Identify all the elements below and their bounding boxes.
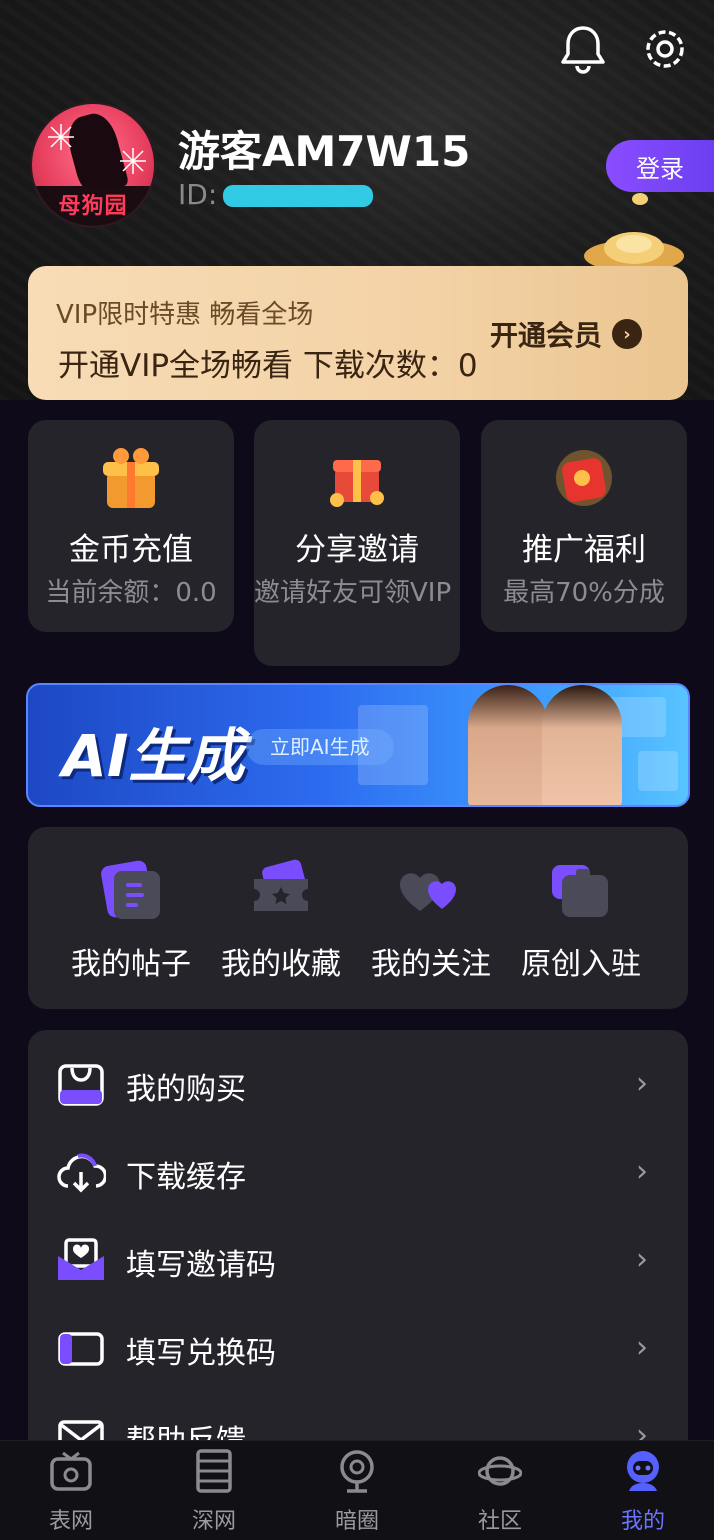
feature-subtitle: 当前余额：0.0 (45, 578, 217, 608)
feature-card-recharge[interactable]: 金币充值 当前余额：0.0 (28, 420, 234, 632)
tab-label: 暗圈 (334, 1509, 379, 1534)
chevron-right-icon: › (636, 1066, 648, 1101)
red-envelope-icon (556, 450, 612, 506)
feature-card-invite[interactable]: 分享邀请 邀请好友可领VIP (254, 420, 460, 666)
user-id-label: ID: (178, 178, 218, 211)
tab-label: 深网 (191, 1509, 236, 1534)
vip-subtitle: 开通VIP全场畅看 下载次数：0 (58, 348, 478, 384)
tab-deep-web[interactable]: 深网 (143, 1441, 285, 1540)
menu-item-label: 我的购买 (126, 1072, 246, 1107)
quick-action-label: 我的关注 (371, 947, 491, 982)
quick-action-label: 原创入驻 (521, 947, 641, 982)
feature-title: 分享邀请 (295, 532, 419, 568)
quick-actions-card: 我的帖子 我的收藏 我的关注 原创入驻 (28, 827, 688, 1009)
chevron-right-icon: › (636, 1242, 648, 1277)
username: 游客AM7W15 (178, 127, 471, 176)
webcam-icon (340, 1450, 374, 1493)
profile-robot-icon (627, 1451, 659, 1491)
tab-dark-circle[interactable]: 暗圈 (286, 1441, 428, 1540)
login-button[interactable]: 登录 (606, 140, 714, 192)
quick-action-creator[interactable]: 原创入驻 (506, 827, 656, 1009)
planet-icon (478, 1456, 522, 1486)
feature-subtitle: 邀请好友可领VIP (254, 578, 452, 608)
gift-box-icon (103, 448, 159, 508)
firework-icon (48, 124, 74, 150)
banner-figure-image (468, 685, 548, 805)
tab-surface-web[interactable]: 表网 (0, 1441, 142, 1540)
open-vip-label: 开通会员 (490, 319, 603, 352)
posts-icon (101, 860, 160, 919)
vip-title: VIP限时特惠 畅看全场 (56, 300, 314, 330)
hearts-icon (400, 873, 456, 911)
firework-icon (120, 148, 146, 174)
quick-action-label: 我的帖子 (71, 947, 191, 982)
menu-item-invite-code[interactable]: 填写邀请码 › (28, 1216, 688, 1304)
menu-item-downloads[interactable]: 下载缓存 › (28, 1128, 688, 1216)
tab-mine[interactable]: 我的 (572, 1441, 714, 1540)
avatar[interactable]: 母狗园 (30, 102, 156, 228)
chevron-right-icon: › (636, 1154, 648, 1189)
tv-icon (50, 1451, 92, 1491)
bell-icon[interactable] (556, 22, 610, 76)
ai-banner-title: AI生成 (62, 722, 245, 790)
gear-icon[interactable] (638, 22, 692, 76)
quick-action-following[interactable]: 我的关注 (356, 827, 506, 1009)
feature-title: 金币充值 (69, 532, 193, 568)
quick-action-label: 我的收藏 (221, 947, 341, 982)
feature-title: 推广福利 (522, 532, 646, 568)
ai-generate-button[interactable]: 立即AI生成 (246, 729, 394, 765)
gift-coins-icon (330, 460, 384, 507)
menu-item-label: 下载缓存 (126, 1160, 246, 1195)
quick-action-posts[interactable]: 我的帖子 (56, 827, 206, 1009)
feature-card-promotion[interactable]: 推广福利 最高70%分成 (481, 420, 687, 632)
tab-label: 社区 (477, 1509, 522, 1534)
film-icon (196, 1449, 232, 1493)
banner-figure-image (542, 685, 622, 805)
shopping-bag-icon (58, 1064, 104, 1106)
chevron-right-icon: › (636, 1330, 648, 1365)
invite-envelope-icon (58, 1238, 104, 1280)
menu-item-redeem-code[interactable]: 填写兑换码 › (28, 1304, 688, 1392)
open-vip-button[interactable]: 开通会员 › (490, 314, 643, 354)
decor-panel (638, 751, 678, 791)
menu-list: 我的购买 › 下载缓存 › 填写邀请码 › 填写兑换码 › 帮助反馈 › (28, 1030, 688, 1450)
feature-subtitle: 最高70%分成 (503, 578, 665, 608)
chevron-right-icon: › (612, 319, 643, 349)
vip-promo-card[interactable]: VIP限时特惠 畅看全场 开通VIP全场畅看 下载次数：0 开通会员 › (28, 266, 688, 400)
creator-bag-icon (552, 865, 608, 917)
bottom-tab-bar: 表网 深网 暗圈 社区 我的 (0, 1440, 714, 1540)
redacted-id (223, 185, 374, 207)
coupon-icon (58, 1332, 104, 1366)
star-ticket-icon (254, 859, 308, 911)
menu-item-label: 填写兑换码 (126, 1336, 276, 1371)
gold-coin-icon (632, 193, 648, 205)
avatar-logo-text: 母狗园 (58, 194, 128, 219)
user-id: ID: (178, 178, 374, 211)
ai-generate-banner[interactable]: AI生成 立即AI生成 (26, 683, 690, 807)
quick-action-favorites[interactable]: 我的收藏 (206, 827, 356, 1009)
menu-item-purchases[interactable]: 我的购买 › (28, 1040, 688, 1128)
tab-community[interactable]: 社区 (429, 1441, 571, 1540)
tab-label: 表网 (48, 1509, 93, 1534)
menu-item-label: 填写邀请码 (126, 1248, 276, 1283)
cloud-download-icon (57, 1153, 106, 1193)
tab-label: 我的 (620, 1509, 665, 1534)
